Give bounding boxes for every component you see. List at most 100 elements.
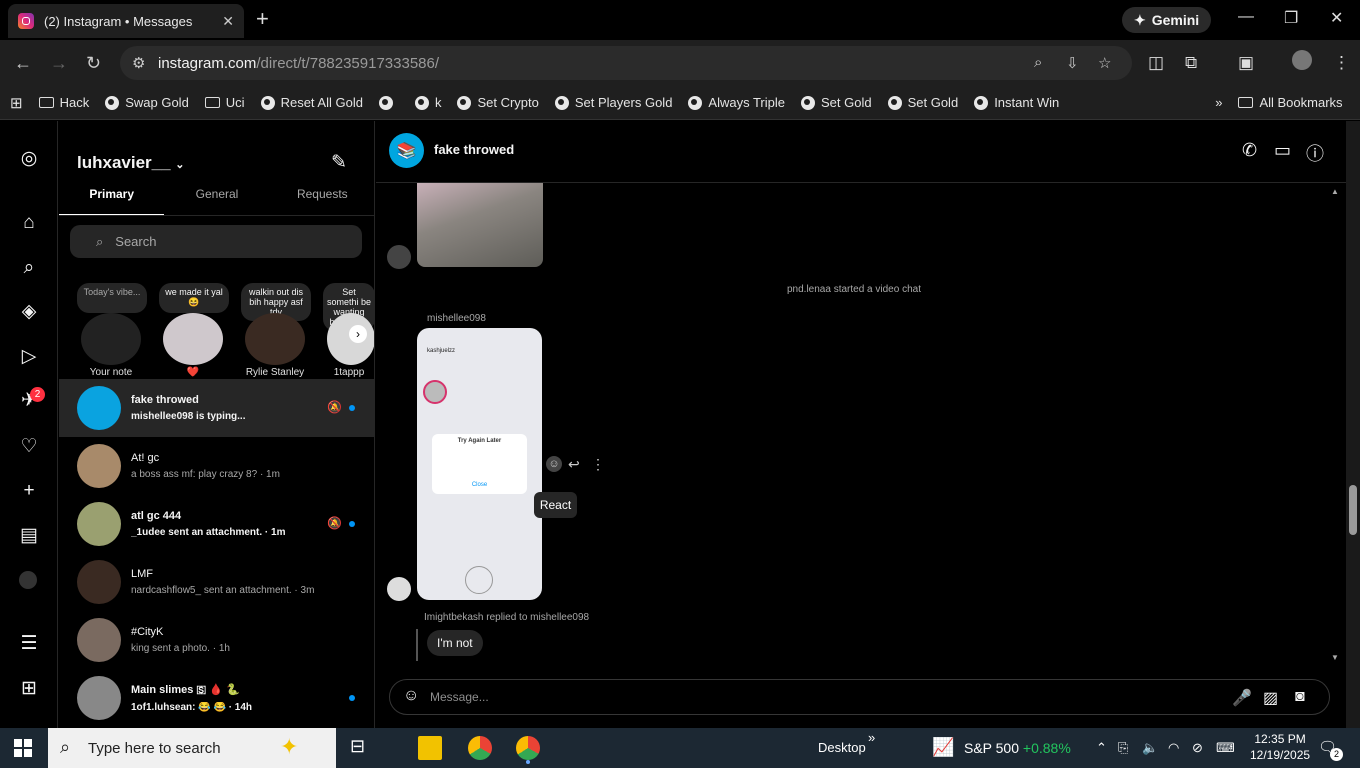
extensions-icon[interactable]: ⧉ [1185, 53, 1197, 73]
site-info-icon[interactable]: ⚙ [132, 54, 145, 72]
desktop-toolbar[interactable]: Desktop [818, 740, 866, 755]
tab-general[interactable]: General [164, 187, 269, 215]
minimize-button[interactable]: — [1238, 8, 1254, 26]
photo-message[interactable] [417, 183, 543, 267]
react-emoji-icon[interactable]: ☺ [546, 456, 562, 472]
browser-tab[interactable]: (2) Instagram • Messages ✕ [8, 4, 244, 38]
screenshot-message[interactable]: kashjuelzz Try Again Later Close [417, 328, 542, 600]
bookmark-swap-gold[interactable]: Swap Gold [105, 95, 189, 110]
thread-item[interactable]: fake throwed mishellee098 is typing... 🔕 [59, 379, 374, 437]
scroll-up-icon[interactable]: ▲ [1331, 187, 1339, 196]
tab-close-icon[interactable]: ✕ [222, 13, 234, 30]
thread-preview: a boss ass mf: play crazy 8? · 1m [131, 469, 280, 480]
sender-avatar[interactable] [387, 577, 411, 601]
profile-avatar[interactable] [19, 571, 37, 589]
create-icon[interactable]: + [19, 481, 39, 501]
search-input[interactable]: ⌕ Search [70, 225, 362, 258]
bookmark-unnamed[interactable] [378, 95, 399, 110]
bookmark-set-crypto[interactable]: Set Crypto [457, 95, 539, 110]
thread-item[interactable]: atl gc 444 _1udee sent an attachment. · 1… [59, 495, 374, 553]
compose-icon[interactable]: ✎ [331, 151, 347, 174]
tab-search-icon[interactable]: ▣ [1238, 53, 1254, 73]
more-bookmarks-icon[interactable]: » [1215, 95, 1222, 110]
stock-widget[interactable]: S&P 500 +0.88% [964, 740, 1071, 756]
windows-start-icon[interactable] [14, 739, 32, 757]
all-bookmarks[interactable]: All Bookmarks [1238, 95, 1343, 110]
bookmark-set-gold[interactable]: Set Gold [801, 95, 872, 110]
bookmark-reset-all-gold[interactable]: Reset All Gold [260, 95, 363, 110]
bookmark-instant-win[interactable]: Instant Win [974, 95, 1059, 110]
scroll-down-icon[interactable]: ▼ [1331, 653, 1339, 662]
info-icon[interactable]: ⓘ [1306, 140, 1324, 166]
chevron-right-icon[interactable]: » [868, 730, 875, 745]
message-input[interactable]: ☺ Message... 🎤 ▨ ◙ [389, 679, 1330, 715]
tab-primary[interactable]: Primary [59, 187, 165, 215]
image-icon[interactable]: ▨ [1263, 688, 1278, 708]
search-icon[interactable]: ⌕ [19, 258, 39, 278]
reply-icon[interactable]: ↩ [568, 456, 580, 473]
bookmark-set-players-gold[interactable]: Set Players Gold [554, 95, 672, 110]
back-button[interactable]: ← [14, 53, 32, 74]
taskbar-search[interactable]: ⌕ Type here to search ✦ [48, 728, 336, 768]
thread-item[interactable]: LMF nardcashflow5_ sent an attachment. · … [59, 553, 374, 611]
gemini-button[interactable]: ✦ Gemini [1122, 7, 1212, 33]
bookmark-star-icon[interactable]: ☆ [1098, 54, 1111, 72]
bookmark-uci[interactable]: Uci [204, 95, 245, 110]
chevron-right-icon[interactable]: › [349, 325, 367, 343]
chat-title[interactable]: fake throwed [434, 142, 514, 157]
wifi-icon[interactable]: ◠ [1168, 740, 1179, 756]
clock[interactable]: 12:35 PM 12/19/2025 [1250, 731, 1310, 763]
new-tab-button[interactable]: + [256, 8, 269, 30]
profile-avatar[interactable] [1292, 50, 1312, 70]
network-device-icon[interactable]: ⎘ [1118, 740, 1128, 756]
more-menu-icon[interactable]: ☰ [19, 634, 39, 654]
file-explorer-icon[interactable] [418, 736, 442, 760]
chrome-icon[interactable] [468, 736, 492, 760]
mic-off-icon[interactable]: ⊘ [1192, 740, 1203, 756]
install-app-icon[interactable]: ⇩ [1066, 54, 1079, 72]
emoji-icon[interactable]: ☺ [403, 687, 419, 705]
forward-button[interactable]: → [50, 53, 68, 74]
zoom-icon[interactable]: ⌕ [1034, 54, 1042, 71]
menu-kebab-icon[interactable]: ⋮ [1333, 53, 1350, 73]
reels-icon[interactable]: ▷ [19, 347, 39, 367]
close-window-button[interactable]: ✕ [1330, 8, 1343, 28]
chrome-active-icon[interactable] [516, 736, 540, 760]
thread-item[interactable]: Main slimes 🇸 🩸 🐍 1of1.luhsean: 😂 😂 · 14h [59, 669, 374, 727]
task-view-icon[interactable]: ⊟ [350, 736, 374, 760]
bookmark-k[interactable]: k [414, 95, 441, 110]
thread-item[interactable]: At! gc a boss ass mf: play crazy 8? · 1m [59, 437, 374, 495]
sender-avatar[interactable] [387, 245, 411, 269]
tab-requests[interactable]: Requests [270, 187, 374, 215]
maximize-button[interactable]: ❐ [1284, 8, 1298, 28]
bookmark-hack[interactable]: Hack [38, 95, 89, 110]
more-options-icon[interactable]: ⋮ [591, 456, 605, 473]
account-switcher[interactable]: luhxavier__ ⌄ [77, 153, 185, 173]
address-bar[interactable]: ⚙ instagram.com/direct/t/788235917333586… [120, 46, 1132, 80]
apps-grid-icon[interactable]: ⊞ [10, 94, 23, 112]
keyboard-icon[interactable]: ⌨ [1216, 740, 1235, 756]
sticker-icon[interactable]: ◙ [1295, 688, 1305, 706]
page-scrollbar[interactable] [1346, 121, 1360, 728]
also-from-meta-icon[interactable]: ⊞ [19, 679, 39, 699]
heart-icon[interactable]: ♡ [19, 437, 39, 457]
avatar [245, 313, 305, 365]
instagram-logo-icon[interactable]: ◎ [19, 149, 39, 169]
group-avatar[interactable]: 📚 [389, 133, 424, 168]
home-icon[interactable]: ⌂ [19, 213, 39, 233]
chevron-up-icon[interactable]: ⌃ [1096, 740, 1107, 756]
reload-button[interactable]: ↻ [86, 53, 101, 74]
bookmark-set-gold-2[interactable]: Set Gold [887, 95, 958, 110]
bookmark-always-triple[interactable]: Always Triple [688, 95, 785, 110]
thread-item[interactable]: #CityK king sent a photo. · 1h [59, 611, 374, 669]
dashboard-icon[interactable]: ▤ [19, 526, 39, 546]
reading-mode-icon[interactable]: ◫ [1148, 53, 1164, 73]
volume-icon[interactable]: 🔈 [1142, 740, 1158, 756]
scrollbar-thumb[interactable] [1349, 485, 1357, 535]
chat-scrollbar[interactable]: ▲ ▼ [1331, 187, 1341, 662]
phone-icon[interactable]: ✆ [1242, 140, 1257, 161]
microphone-icon[interactable]: 🎤 [1232, 688, 1252, 708]
explore-icon[interactable]: ◈ [19, 302, 39, 322]
message-bubble[interactable]: I'm not [427, 630, 483, 656]
video-call-icon[interactable]: ▭ [1274, 140, 1291, 161]
